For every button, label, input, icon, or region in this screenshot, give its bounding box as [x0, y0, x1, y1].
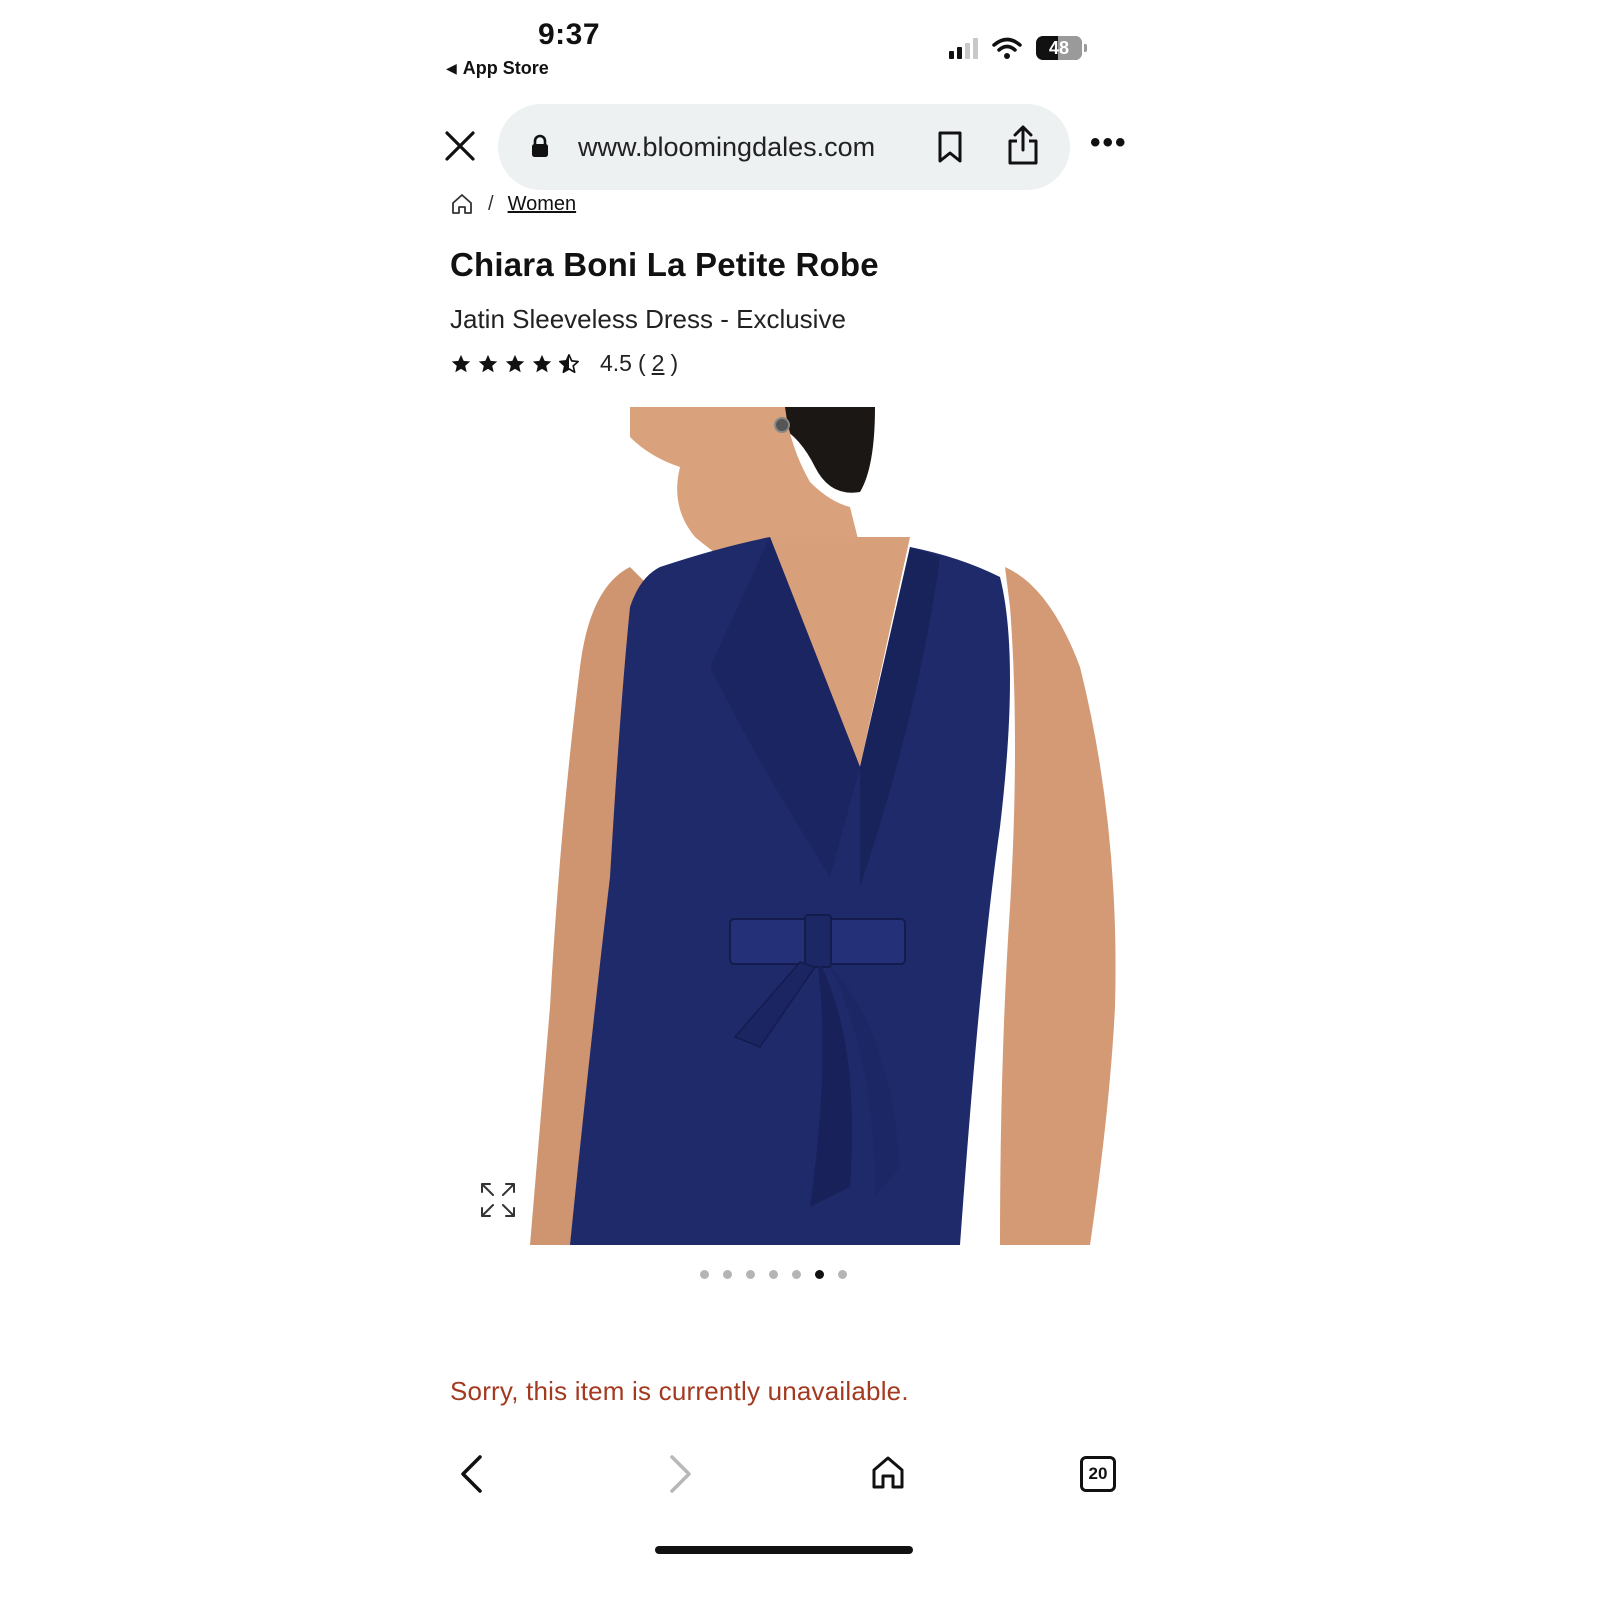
- carousel-dot[interactable]: [723, 1270, 732, 1279]
- back-app-label: App Store: [462, 58, 549, 78]
- status-time: 9:37: [538, 18, 601, 51]
- breadcrumb-link-women[interactable]: Women: [508, 193, 577, 216]
- carousel-dot[interactable]: [700, 1270, 709, 1279]
- unavailable-message: Sorry, this item is currently unavailabl…: [450, 1376, 909, 1406]
- carousel-dot[interactable]: [792, 1270, 801, 1279]
- carousel-dot-active[interactable]: [815, 1270, 824, 1279]
- bookmark-icon[interactable]: [936, 130, 964, 164]
- review-count-close: ): [670, 350, 679, 376]
- product-rating[interactable]: 4.5 (2): [450, 350, 678, 377]
- forward-arrow-icon[interactable]: [666, 1454, 694, 1494]
- carousel-dot[interactable]: [769, 1270, 778, 1279]
- phone-screen: 9:37 ◀ App Store 48 www.bloomingdales.co…: [430, 0, 1160, 1600]
- battery-icon: 48: [1036, 36, 1087, 60]
- wifi-icon: [992, 37, 1022, 59]
- star-icon: [451, 354, 471, 372]
- share-icon[interactable]: [1006, 124, 1040, 166]
- carousel-dot[interactable]: [746, 1270, 755, 1279]
- star-icon: [478, 354, 498, 372]
- cellular-signal-icon: [949, 37, 978, 59]
- breadcrumb: / Women: [450, 192, 576, 216]
- half-star-icon: [559, 353, 579, 373]
- star-icon: [505, 354, 525, 372]
- expand-icon[interactable]: [478, 1180, 518, 1220]
- carousel-indicators[interactable]: [700, 1270, 847, 1279]
- review-count[interactable]: 2: [652, 350, 665, 377]
- carousel-dot[interactable]: [838, 1270, 847, 1279]
- review-count-open: (: [637, 350, 646, 376]
- back-to-app-button[interactable]: ◀ App Store: [446, 58, 549, 79]
- product-image[interactable]: [530, 407, 1130, 1245]
- battery-level: 48: [1048, 37, 1070, 58]
- rating-value: 4.5: [600, 350, 632, 376]
- rating-stars: [450, 353, 580, 375]
- close-icon[interactable]: [444, 130, 476, 162]
- product-brand: Chiara Boni La Petite Robe: [450, 246, 879, 283]
- more-options-icon[interactable]: •••: [1090, 128, 1128, 158]
- url-text[interactable]: www.bloomingdales.com: [578, 132, 875, 163]
- back-triangle-icon: ◀: [446, 60, 457, 76]
- tabs-count-button[interactable]: 20: [1080, 1456, 1116, 1492]
- product-name: Jatin Sleeveless Dress - Exclusive: [450, 304, 846, 334]
- star-icon: [532, 354, 552, 372]
- home-indicator[interactable]: [655, 1546, 913, 1554]
- breadcrumb-separator: /: [488, 192, 494, 215]
- back-arrow-icon[interactable]: [458, 1454, 486, 1494]
- status-icons: 48: [949, 36, 1087, 60]
- address-bar[interactable]: www.bloomingdales.com: [498, 104, 1070, 190]
- dress-back-illustration: [530, 407, 1116, 1245]
- home-icon[interactable]: [870, 1454, 906, 1490]
- browser-toolbar: 20: [430, 1440, 1160, 1510]
- home-icon[interactable]: [450, 192, 474, 216]
- lock-icon: [532, 134, 548, 157]
